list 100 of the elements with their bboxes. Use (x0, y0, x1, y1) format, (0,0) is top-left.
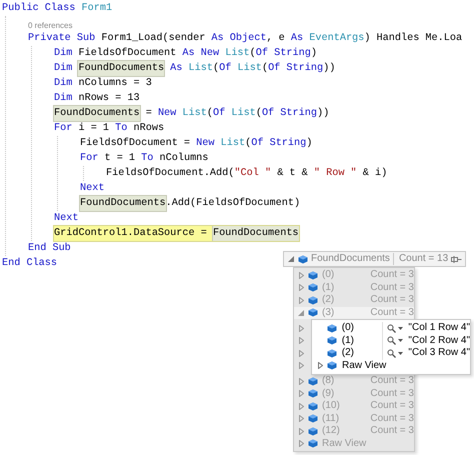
item-name: (9) (322, 388, 336, 400)
cube-icon (326, 336, 337, 346)
keyword-text: End Class (2, 256, 58, 271)
type-name: EventArgs (309, 32, 364, 46)
item-name: (0) (322, 269, 336, 282)
expand-arrow-icon[interactable] (297, 347, 305, 360)
expand-arrow-icon[interactable] (297, 440, 305, 448)
dropdown-caret-icon (398, 326, 404, 330)
codelens-references[interactable]: 0 references (28, 21, 72, 31)
keyword-text: End Sub (28, 242, 71, 256)
expand-arrow-icon[interactable] (297, 271, 305, 280)
expand-arrow-icon[interactable] (297, 377, 305, 386)
type-name: List (188, 62, 213, 76)
cube-icon (308, 426, 318, 436)
cube-icon (308, 308, 318, 318)
code-text: ) Handles Me.Loa (364, 32, 462, 46)
type-name: List (220, 136, 246, 151)
keyword-text: New (196, 137, 216, 151)
keyword-text: As (290, 32, 304, 46)
item-name: (2) (322, 294, 336, 306)
expand-arrow-icon[interactable] (297, 414, 305, 423)
expand-arrow-icon[interactable] (297, 296, 305, 304)
item-name: (10) (322, 400, 341, 412)
item-value: "Col 1 Row 4" (408, 322, 470, 334)
code-text: nRows = 13 (78, 92, 140, 106)
keyword-text: Dim (54, 92, 74, 106)
item-value: Count = 3 (370, 388, 414, 400)
item-value: Count = 3 (370, 412, 414, 425)
magnifier-icon (387, 336, 396, 346)
dropdown-caret-icon (398, 352, 404, 355)
code-text: ( (213, 62, 220, 76)
keyword-text: Public Class (2, 2, 76, 16)
type-name: Form1 (81, 2, 112, 16)
type-name: List (231, 106, 256, 121)
code-text: i = 1 (78, 122, 110, 136)
item-name: (1) (322, 282, 336, 294)
code-text: ( (245, 136, 252, 151)
type-name: List (225, 46, 250, 61)
item-value: "Col 2 Row 4" (408, 334, 470, 347)
expand-arrow-icon[interactable] (297, 334, 305, 347)
item-name: (3) (322, 306, 336, 319)
code-text: Form1_Load(sender (101, 32, 206, 46)
cube-icon (308, 296, 318, 305)
code-text: ( (206, 106, 213, 121)
expand-arrow-icon[interactable] (297, 284, 305, 292)
type-name: List (237, 62, 262, 76)
item-name: (11) (322, 412, 340, 425)
cube-icon (308, 389, 318, 398)
item-name: (0) (342, 322, 355, 334)
keyword-text: To (141, 152, 154, 166)
dropdown-caret-icon (398, 339, 404, 342)
cube-icon (298, 254, 308, 264)
code-text: nColumns (160, 152, 208, 166)
cube-icon (308, 414, 318, 424)
code-text: ( (256, 106, 262, 121)
keyword-text: Dim (54, 46, 74, 61)
keyword-text: Of String (262, 106, 317, 121)
code-text: ) (310, 46, 317, 61)
cube-icon (308, 270, 318, 280)
item-name: (8) (322, 375, 336, 388)
keyword-text: For (54, 122, 74, 136)
code-text: ) (306, 136, 312, 151)
keyword-text: Of (213, 106, 226, 121)
expand-arrow-icon[interactable] (316, 362, 324, 370)
collapse-arrow-icon[interactable] (297, 308, 305, 317)
item-value: Count = 3 (370, 375, 414, 388)
string-literal: "Col " (234, 166, 272, 181)
code-text: & i) (362, 166, 388, 181)
code-text: = (144, 107, 153, 121)
code-text: .Add(FieldsOfDocument) (166, 196, 300, 211)
expand-arrow-icon[interactable] (297, 322, 305, 334)
datatip-header[interactable]: FoundDocuments Count = 13 (283, 251, 466, 267)
keyword-text: New (158, 107, 178, 121)
expand-arrow-icon[interactable] (297, 360, 305, 372)
magnifier-icon (387, 348, 396, 358)
keyword-text: Of String (268, 62, 324, 76)
expand-arrow-icon[interactable] (297, 402, 305, 410)
code-text: , e (266, 32, 286, 46)
expand-arrow-icon[interactable] (297, 427, 305, 436)
cube-icon (308, 402, 318, 411)
type-name: List (182, 106, 207, 121)
collapse-arrow-icon[interactable] (287, 255, 295, 263)
cube-icon (326, 324, 337, 333)
keyword-text: Dim (54, 62, 74, 76)
code-text: )) (316, 106, 330, 121)
item-value: "Col 3 Row 4" (408, 347, 470, 360)
keyword-text: Private Sub (28, 32, 96, 46)
item-value: Count = 3 (370, 400, 414, 412)
cube-icon (326, 348, 337, 358)
keyword-text: For (80, 152, 100, 166)
expand-arrow-icon[interactable] (297, 390, 305, 398)
item-name: Raw View (322, 438, 368, 450)
item-value: Count = 3 (370, 269, 414, 282)
item-value: Count = 3 (370, 294, 414, 306)
highlighted-reference: FoundDocuments (80, 196, 166, 211)
cube-icon (327, 361, 337, 370)
code-text: GridControl1.DataSource = (54, 226, 208, 241)
keyword-text: To (115, 122, 128, 136)
item-value: Count = 3 (370, 306, 414, 319)
keyword-text: As (169, 62, 184, 76)
